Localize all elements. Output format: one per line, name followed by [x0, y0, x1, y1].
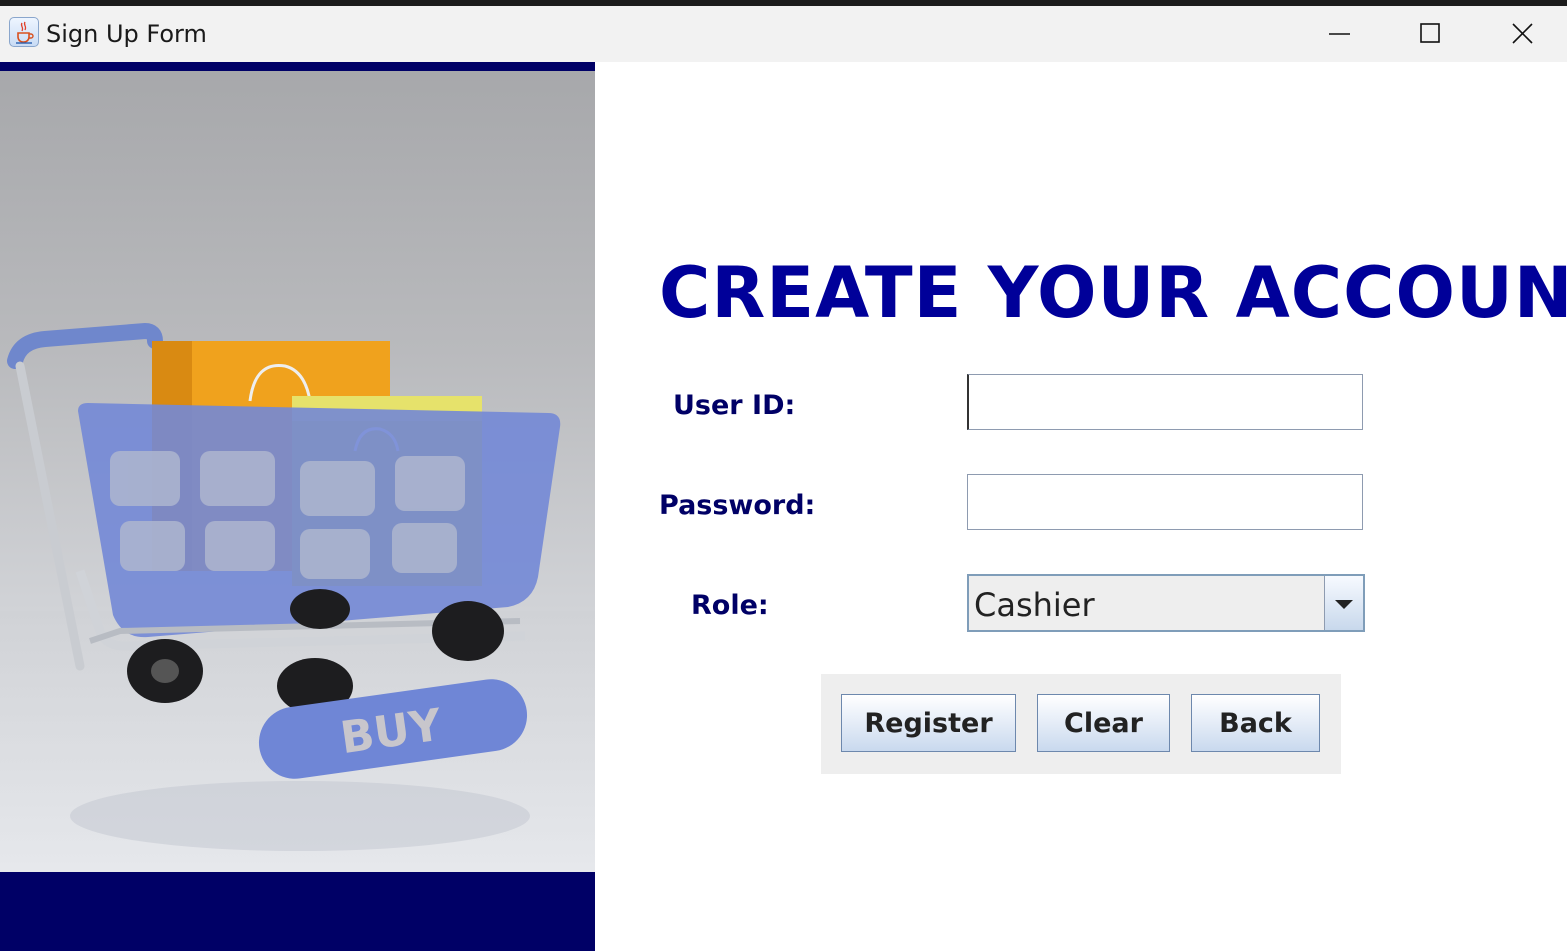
- role-selected-value: Cashier: [974, 586, 1095, 624]
- role-label: Role:: [691, 590, 769, 621]
- close-icon: [1512, 23, 1533, 44]
- maximize-button[interactable]: [1384, 6, 1476, 62]
- close-button[interactable]: [1477, 6, 1567, 62]
- window-title: Sign Up Form: [46, 20, 207, 48]
- title-bar[interactable]: Sign Up Form: [0, 6, 1567, 62]
- button-panel: Register Clear Back: [821, 674, 1341, 774]
- chevron-down-icon: [1335, 600, 1353, 609]
- back-button[interactable]: Back: [1191, 694, 1320, 752]
- maximize-icon: [1420, 23, 1440, 43]
- java-cup-icon: [9, 17, 39, 47]
- shopping-cart-image: BUY: [0, 71, 595, 872]
- user-id-label: User ID:: [673, 390, 796, 421]
- image-panel: BUY: [0, 62, 595, 951]
- clear-button[interactable]: Clear: [1037, 694, 1170, 752]
- register-button[interactable]: Register: [841, 694, 1016, 752]
- user-id-input[interactable]: [967, 374, 1363, 430]
- password-input[interactable]: [967, 474, 1363, 530]
- minimize-button[interactable]: [1291, 6, 1383, 62]
- password-label: Password:: [659, 490, 816, 521]
- page-title: CREATE YOUR ACCOUNT: [659, 252, 1567, 334]
- role-dropdown[interactable]: Cashier: [967, 574, 1365, 632]
- form-panel: CREATE YOUR ACCOUNT User ID: Password: R…: [595, 62, 1567, 951]
- sign-up-window: Sign Up Form BUY CREATE YOUR ACCOUNT Use…: [0, 6, 1567, 951]
- minimize-icon: [1329, 33, 1350, 35]
- dropdown-arrow-button[interactable]: [1324, 576, 1363, 630]
